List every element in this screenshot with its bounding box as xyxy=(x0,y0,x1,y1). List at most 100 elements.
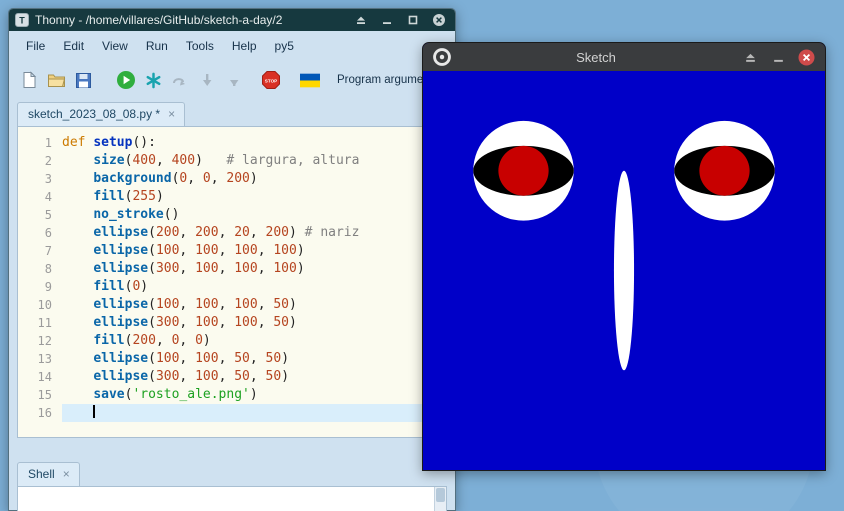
sketch-minimize-button[interactable] xyxy=(768,47,788,67)
shell-tab-bar: Shell × xyxy=(9,461,455,486)
code-text: ellipse(300, 100, 50, 50) xyxy=(93,369,290,384)
step-out-icon xyxy=(230,80,239,86)
menu-help[interactable]: Help xyxy=(223,35,266,57)
line-number: 16 xyxy=(37,406,52,420)
shell-scrollbar-thumb[interactable] xyxy=(436,488,445,502)
run-button[interactable] xyxy=(116,70,136,90)
close-button[interactable] xyxy=(429,12,449,28)
line-number: 7 xyxy=(44,244,52,258)
code-line[interactable]: 3 background(0, 0, 200) xyxy=(18,170,446,188)
editor-code[interactable]: 1 def setup(): 2 size(400, 400) # largura,… xyxy=(18,134,446,422)
editor-tab-bar: sketch_2023_08_08.py * × xyxy=(9,99,455,126)
shell-tab-close-icon[interactable]: × xyxy=(63,468,70,480)
new-file-button[interactable] xyxy=(19,70,39,90)
sketch-app-icon xyxy=(433,48,451,66)
save-file-button[interactable] xyxy=(73,70,93,90)
minimize-button[interactable] xyxy=(377,12,397,28)
line-number: 6 xyxy=(44,226,52,240)
code-text: ellipse(100, 100, 100, 100) xyxy=(93,243,305,258)
code-line[interactable]: 11 ellipse(300, 100, 100, 50) xyxy=(18,314,446,332)
svg-text:T: T xyxy=(19,16,25,26)
shade-icon xyxy=(357,16,365,24)
line-number: 10 xyxy=(37,298,52,312)
line-number: 8 xyxy=(44,262,52,276)
shell-panel[interactable] xyxy=(17,486,447,511)
code-text: ellipse(100, 100, 50, 50) xyxy=(93,351,290,366)
menu-view[interactable]: View xyxy=(93,35,137,57)
code-text: ellipse(200, 200, 20, 200) # nariz xyxy=(93,225,360,240)
code-text: fill(255) xyxy=(93,189,164,204)
line-number: 4 xyxy=(44,190,52,204)
thonny-titlebar[interactable]: T Thonny - /home/villares/GitHub/sketch-… xyxy=(9,9,455,31)
menu-py5[interactable]: py5 xyxy=(266,35,303,57)
panel-gap xyxy=(9,438,455,461)
code-line[interactable]: 5 no_stroke() xyxy=(18,206,446,224)
tab-sketch-file[interactable]: sketch_2023_08_08.py * × xyxy=(17,102,186,126)
toolbar: STOP Program arguments xyxy=(9,61,496,99)
code-text: def setup(): xyxy=(62,135,156,150)
line-number: 1 xyxy=(44,136,52,150)
code-line[interactable]: 16 xyxy=(18,404,446,422)
left-eye-pupil xyxy=(498,145,549,196)
menu-tools[interactable]: Tools xyxy=(177,35,223,57)
sketch-titlebar[interactable]: Sketch xyxy=(423,43,825,71)
sketch-shade-icon xyxy=(745,53,755,62)
code-line[interactable]: 4 fill(255) xyxy=(18,188,446,206)
minimize-icon xyxy=(383,22,391,24)
line-number: 2 xyxy=(44,154,52,168)
line-number: 3 xyxy=(44,172,52,186)
sketch-window: Sketch xyxy=(422,42,826,471)
code-line[interactable]: 7 ellipse(100, 100, 100, 100) xyxy=(18,242,446,260)
menu-edit[interactable]: Edit xyxy=(54,35,93,57)
step-into-icon xyxy=(203,74,212,86)
sketch-close-button[interactable] xyxy=(796,47,816,67)
code-line[interactable]: 14 ellipse(300, 100, 50, 50) xyxy=(18,368,446,386)
step-into-button[interactable] xyxy=(197,70,217,90)
line-number: 12 xyxy=(37,334,52,348)
right-eye-pupil xyxy=(699,145,750,196)
line-number: 13 xyxy=(37,352,52,366)
shade-button[interactable] xyxy=(351,12,371,28)
sketch-shade-button[interactable] xyxy=(740,47,760,67)
code-line[interactable]: 12 fill(200, 0, 0) xyxy=(18,332,446,350)
code-line[interactable]: 15 save('rosto_ale.png') xyxy=(18,386,446,404)
code-line[interactable]: 9 fill(0) xyxy=(18,278,446,296)
code-text: fill(0) xyxy=(93,279,149,294)
open-file-button[interactable] xyxy=(46,70,66,90)
menu-bar: File Edit View Run Tools Help py5 xyxy=(9,31,455,61)
line-number: 5 xyxy=(44,208,52,222)
new-file-icon xyxy=(23,71,36,88)
open-file-icon xyxy=(47,74,65,87)
code-text: ellipse(300, 100, 100, 100) xyxy=(93,261,305,276)
run-icon xyxy=(117,71,135,89)
shell-scrollbar[interactable] xyxy=(434,487,446,511)
tab-close-icon[interactable]: × xyxy=(168,108,175,120)
stop-button[interactable]: STOP xyxy=(261,70,281,90)
debug-button[interactable] xyxy=(143,70,163,90)
line-number: 15 xyxy=(37,388,52,402)
thonny-app-icon: T xyxy=(15,13,29,27)
ukraine-flag-icon xyxy=(300,70,320,90)
code-text: ellipse(300, 100, 100, 50) xyxy=(93,315,297,330)
step-out-button[interactable] xyxy=(224,70,244,90)
svg-text:STOP: STOP xyxy=(265,78,277,83)
code-line[interactable]: 8 ellipse(300, 100, 100, 100) xyxy=(18,260,446,278)
sketch-canvas-area xyxy=(423,71,825,470)
tab-shell[interactable]: Shell × xyxy=(17,462,80,486)
sketch-canvas xyxy=(423,71,825,470)
maximize-button[interactable] xyxy=(403,12,423,28)
code-line[interactable]: 13 ellipse(100, 100, 50, 50) xyxy=(18,350,446,368)
save-file-icon xyxy=(75,72,91,88)
code-line[interactable]: 6 ellipse(200, 200, 20, 200) # nariz xyxy=(18,224,446,242)
maximize-icon xyxy=(408,15,418,25)
sketch-window-title: Sketch xyxy=(576,49,616,65)
menu-file[interactable]: File xyxy=(17,35,54,57)
code-line[interactable]: 10 ellipse(100, 100, 100, 50) xyxy=(18,296,446,314)
code-line[interactable]: 1 def setup(): xyxy=(18,134,446,152)
code-text xyxy=(62,404,446,422)
step-over-button[interactable] xyxy=(170,70,190,90)
menu-run[interactable]: Run xyxy=(137,35,177,57)
code-editor[interactable]: 1 def setup(): 2 size(400, 400) # largura,… xyxy=(17,126,447,438)
text-caret xyxy=(93,405,96,418)
code-line[interactable]: 2 size(400, 400) # largura, altura xyxy=(18,152,446,170)
